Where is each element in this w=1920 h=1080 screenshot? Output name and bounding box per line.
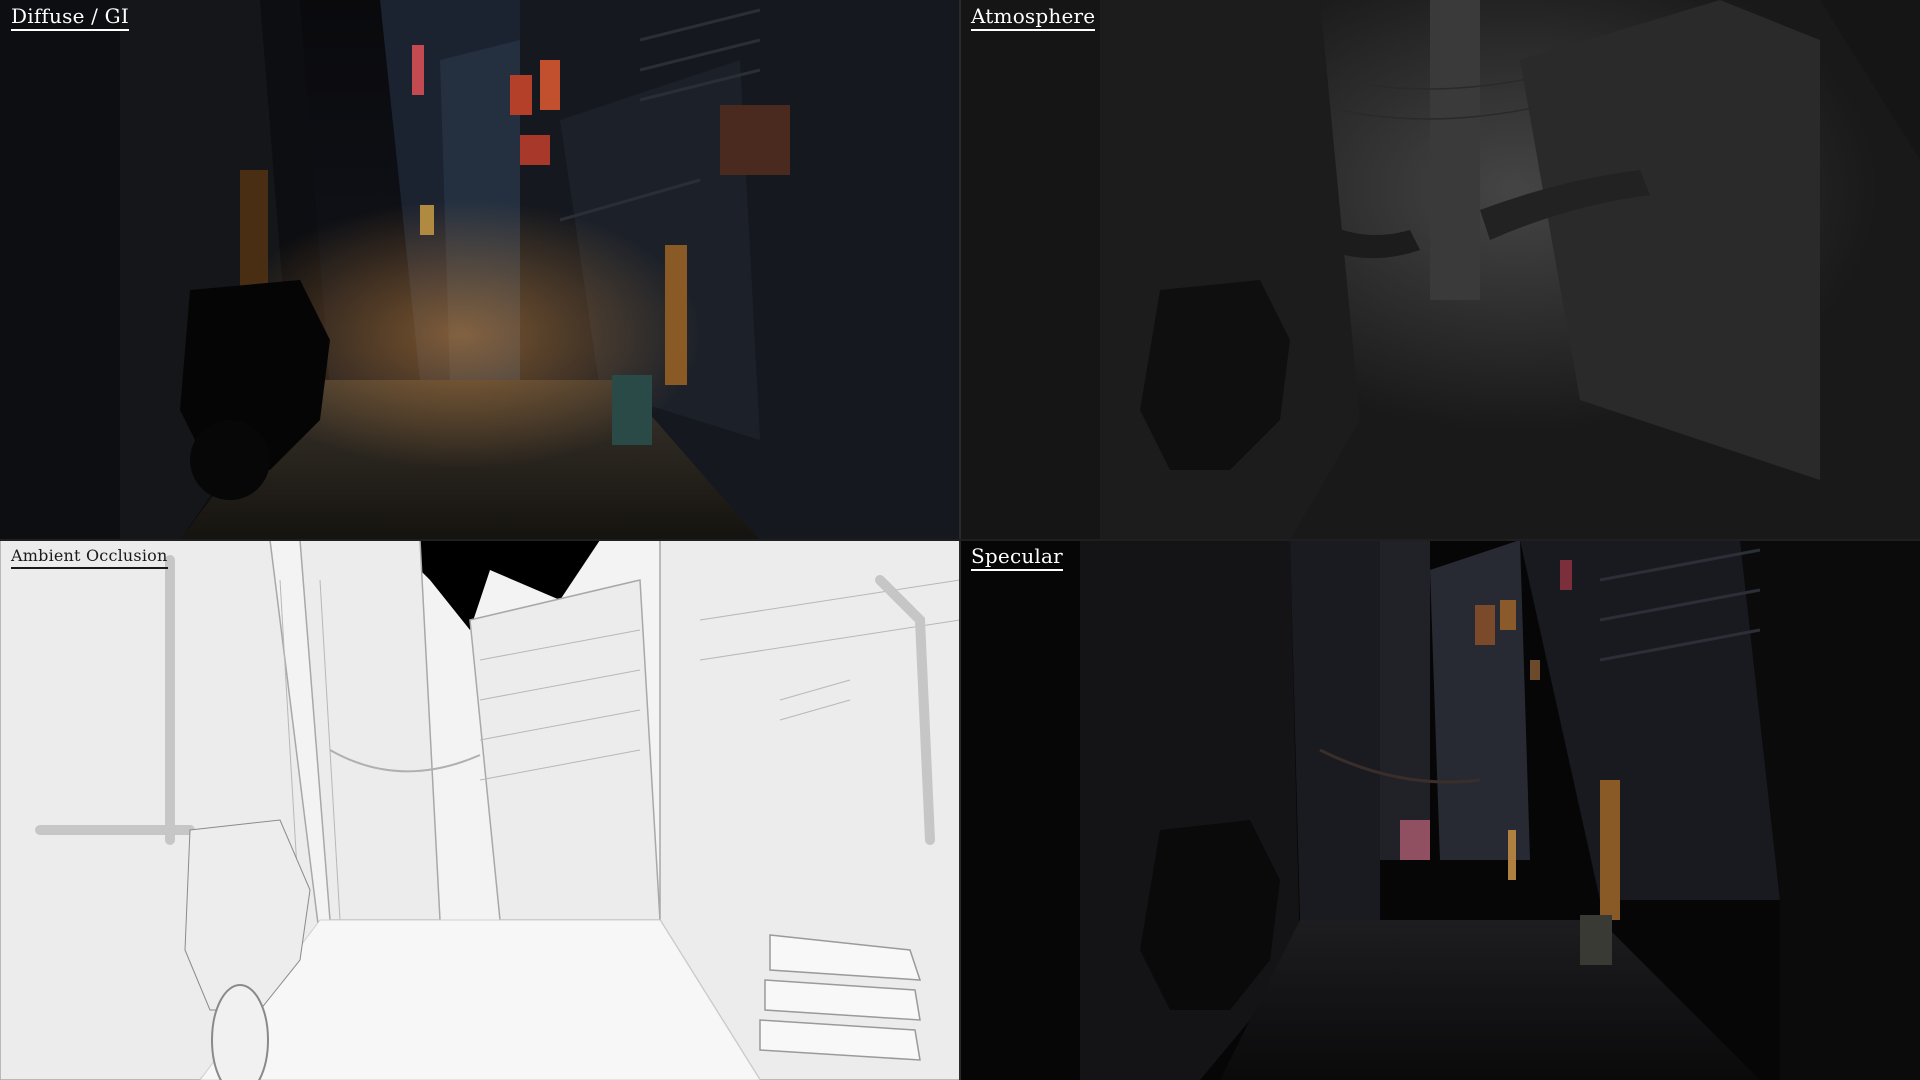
ambient-occlusion-panel: Ambient Occlusion [0,540,960,1080]
ambient-occlusion-render [0,540,960,1080]
panel-label: Atmosphere [971,4,1096,31]
atmosphere-render [960,0,1920,540]
panel-label: Ambient Occlusion [11,546,168,569]
diffuse-gi-render [0,0,960,540]
atmosphere-panel: Atmosphere [960,0,1920,540]
diffuse-gi-panel: Diffuse / GI [0,0,960,540]
horizontal-divider [0,539,1920,541]
specular-render [960,540,1920,1080]
panel-label: Specular [971,544,1063,571]
panel-label: Diffuse / GI [11,4,129,31]
specular-panel: Specular [960,540,1920,1080]
